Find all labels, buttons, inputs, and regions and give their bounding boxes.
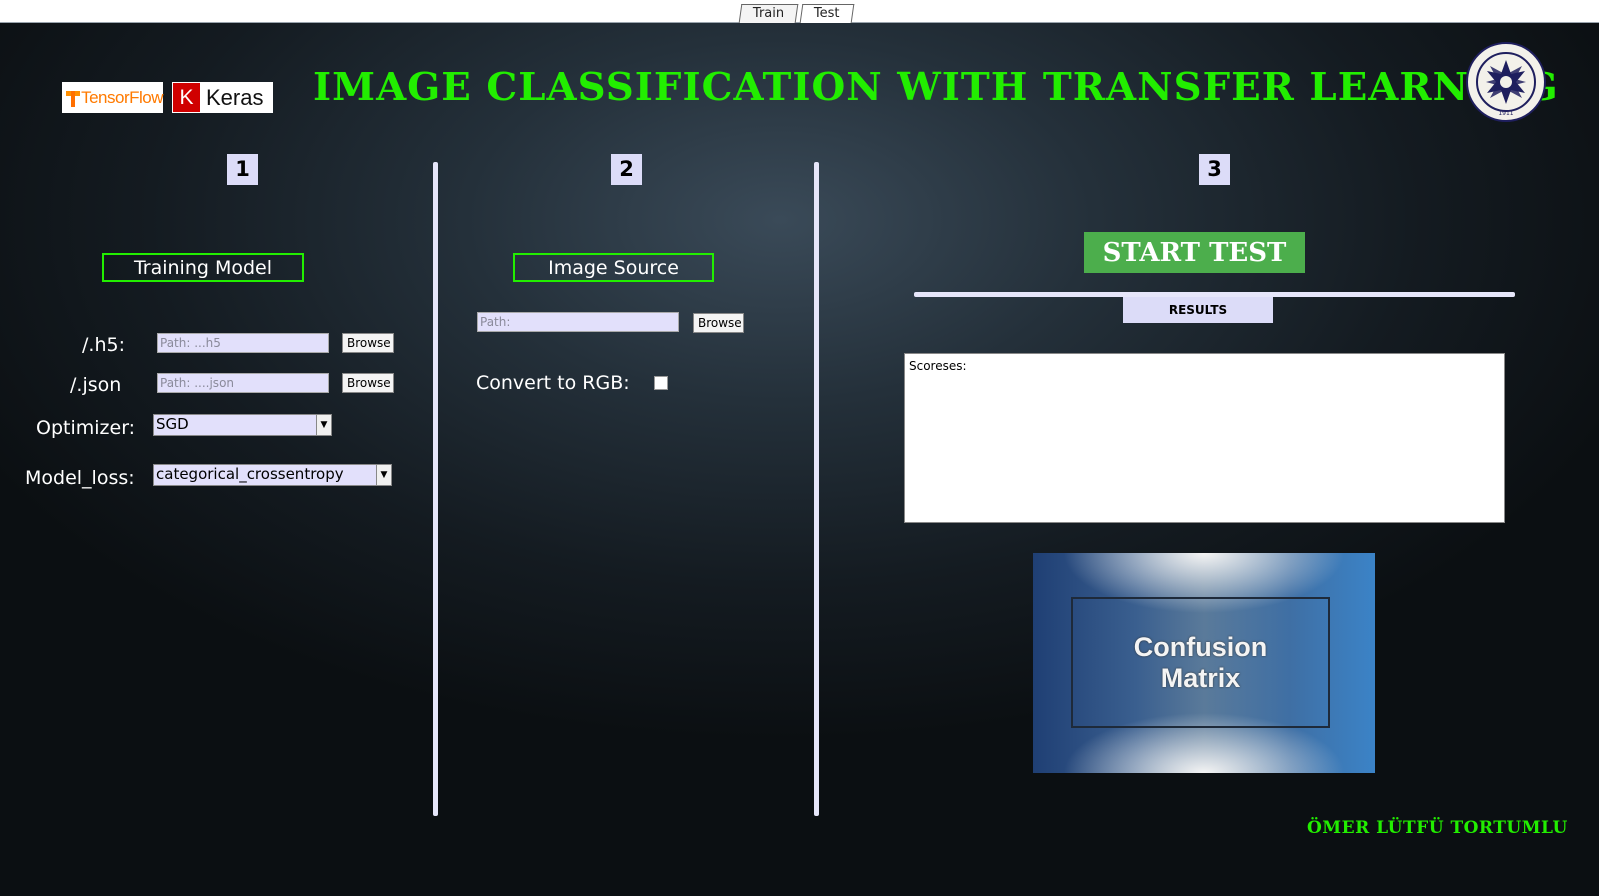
model-loss-value: categorical_crossentropy — [156, 465, 344, 483]
seal-star-icon: 1911 — [1486, 60, 1526, 117]
confusion-matrix-image: Confusion Matrix — [1033, 553, 1375, 773]
json-path-input[interactable] — [157, 373, 329, 393]
chevron-down-icon: ▼ — [376, 465, 391, 485]
university-seal-icon: 1911 — [1466, 42, 1546, 122]
confusion-matrix-title-line2: Matrix — [1160, 662, 1241, 693]
tab-train-label: Train — [752, 6, 785, 21]
confusion-matrix-frame: Confusion Matrix — [1071, 597, 1330, 728]
scores-text: Scoreses: — [909, 359, 967, 373]
divider-2 — [814, 162, 819, 816]
convert-rgb-label: Convert to RGB: — [476, 372, 630, 394]
optimizer-label: Optimizer: — [36, 417, 136, 439]
training-model-label: Training Model — [102, 253, 304, 282]
results-tab[interactable]: RESULTS — [1123, 297, 1273, 323]
keras-icon: K — [173, 83, 200, 112]
keras-logo-text: Keras — [206, 84, 264, 110]
convert-rgb-checkbox[interactable] — [654, 376, 668, 390]
tab-bar: Train Test — [738, 4, 857, 23]
optimizer-value: SGD — [156, 415, 189, 433]
optimizer-select[interactable]: SGD ▼ — [153, 414, 332, 436]
json-browse-button[interactable]: Browse — [342, 373, 394, 393]
tab-test-label: Test — [814, 6, 840, 21]
tensorflow-icon — [66, 89, 81, 107]
image-source-label: Image Source — [513, 253, 714, 282]
section-number-3: 3 — [1199, 154, 1230, 185]
divider-1 — [433, 162, 438, 816]
tab-train[interactable]: Train — [738, 4, 799, 23]
tensorflow-logo-text: TensorFlow — [81, 87, 163, 107]
seal-year: 1911 — [1498, 110, 1513, 117]
start-test-button[interactable]: START TEST — [1084, 232, 1305, 273]
h5-label: /.h5: — [82, 334, 125, 356]
top-bar: Train Test — [0, 0, 1599, 23]
author-name: ÖMER LÜTFÜ TORTUMLU — [1307, 818, 1568, 838]
section-number-1: 1 — [227, 154, 258, 185]
image-path-input[interactable] — [477, 312, 679, 332]
tensorflow-logo: TensorFlow — [62, 82, 163, 113]
json-label: /.json — [70, 374, 122, 396]
h5-browse-button[interactable]: Browse — [342, 333, 394, 353]
model-loss-label: Model_loss: — [25, 467, 135, 489]
chevron-down-icon: ▼ — [316, 415, 331, 435]
scores-textarea[interactable]: Scoreses: — [904, 353, 1505, 523]
page-title: IMAGE CLASSIFICATION WITH TRANSFER LEARN… — [313, 64, 1559, 109]
confusion-matrix-title-line1: Confusion — [1133, 631, 1268, 662]
tab-test[interactable]: Test — [799, 4, 855, 23]
h5-path-input[interactable] — [157, 333, 329, 353]
image-browse-button[interactable]: Browse — [693, 313, 744, 333]
keras-logo: K Keras — [172, 82, 273, 113]
model-loss-select[interactable]: categorical_crossentropy ▼ — [153, 464, 392, 486]
section-number-2: 2 — [611, 154, 642, 185]
